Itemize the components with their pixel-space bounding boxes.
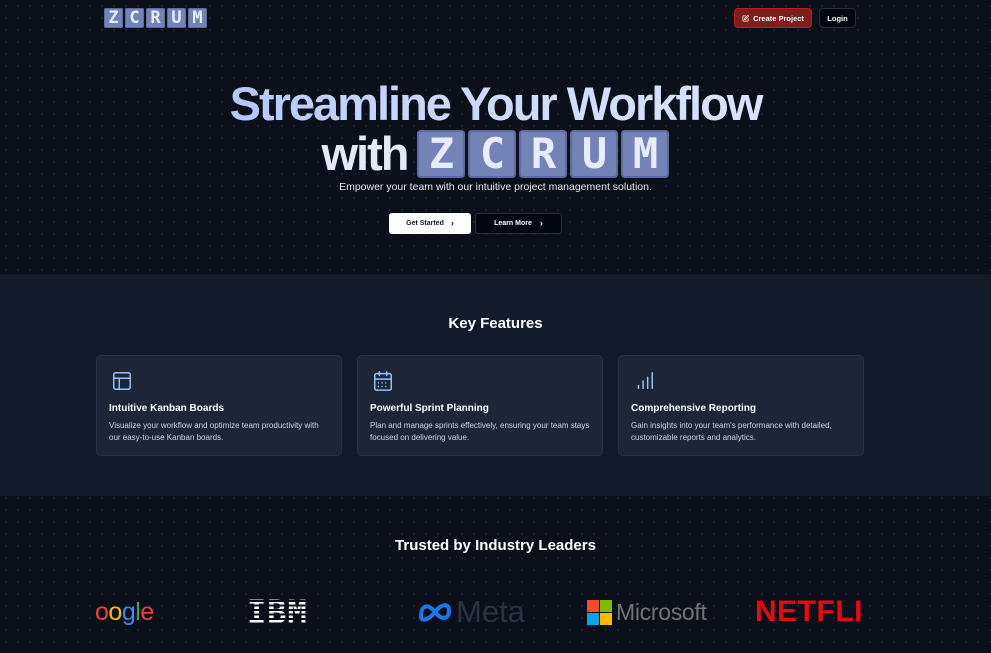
layout-icon xyxy=(113,372,131,390)
trusted-title: Trusted by Industry Leaders xyxy=(395,537,596,554)
hero-section: Streamline Your Workflow with Z C R U M … xyxy=(0,0,991,274)
calendar-icon xyxy=(374,371,392,391)
feature-card-description: Gain insights into your team's performan… xyxy=(631,421,832,442)
get-started-button[interactable]: Get Started › xyxy=(389,213,471,234)
bar-chart-icon xyxy=(637,372,653,390)
hero-with-text: with xyxy=(321,127,410,180)
feature-card-description: Visualize your workflow and optimize tea… xyxy=(109,421,319,442)
hero-headline-line2: with Z C R U M xyxy=(0,128,991,180)
learn-more-label: Learn More xyxy=(494,220,532,227)
netflix-logo: NETFLIX xyxy=(755,592,863,632)
meta-logo: Meta xyxy=(418,592,540,632)
feature-card-sprint: Powerful Sprint Planning Plan and manage… xyxy=(357,355,603,456)
meta-wordmark: Meta xyxy=(418,592,540,632)
chevron-right-icon: › xyxy=(450,218,454,228)
feature-card-reporting: Comprehensive Reporting Gain insights in… xyxy=(618,355,864,456)
feature-card-title: Intuitive Kanban Boards xyxy=(109,403,225,414)
hero-logo-letter: Z xyxy=(417,130,466,178)
get-started-label: Get Started xyxy=(406,220,444,227)
google-wordmark: oogle xyxy=(95,598,154,626)
microsoft-windows-icon xyxy=(587,599,612,625)
microsoft-logo-text: Microsoft xyxy=(616,599,707,625)
hero-subtitle: Empower your team with our intuitive pro… xyxy=(339,181,652,193)
learn-more-button[interactable]: Learn More › xyxy=(475,213,562,234)
microsoft-logo: Microsoft xyxy=(587,592,709,632)
ibm-wordmark: IBM xyxy=(247,593,308,631)
feature-card-kanban: Intuitive Kanban Boards Visualize your w… xyxy=(96,355,342,456)
feature-card-title: Powerful Sprint Planning xyxy=(370,403,489,414)
hero-logo-letter: U xyxy=(570,130,619,178)
features-title: Key Features xyxy=(448,315,543,332)
meta-logo-text: Meta xyxy=(456,594,525,629)
features-section: Key Features Intuitive Kanban Boards Vis… xyxy=(0,274,991,496)
hero-logo-letter: R xyxy=(519,130,568,178)
hero-headline: Streamline Your Workflow xyxy=(0,78,991,130)
meta-infinity-icon xyxy=(419,603,451,622)
hero-zcrum-logo: Z C R U M xyxy=(417,130,670,178)
ibm-logo: IBM xyxy=(247,592,321,632)
feature-card-description: Plan and manage sprints effectively, ens… xyxy=(370,421,590,442)
google-logo: oogle oogle xyxy=(95,592,165,632)
netflix-wordmark: NETFLIX xyxy=(755,595,863,628)
feature-card-title: Comprehensive Reporting xyxy=(631,403,757,414)
microsoft-wordmark: Microsoft xyxy=(587,592,709,632)
hero-logo-letter: C xyxy=(468,130,517,178)
chevron-right-icon: › xyxy=(539,218,543,228)
hero-logo-letter: M xyxy=(621,130,670,178)
